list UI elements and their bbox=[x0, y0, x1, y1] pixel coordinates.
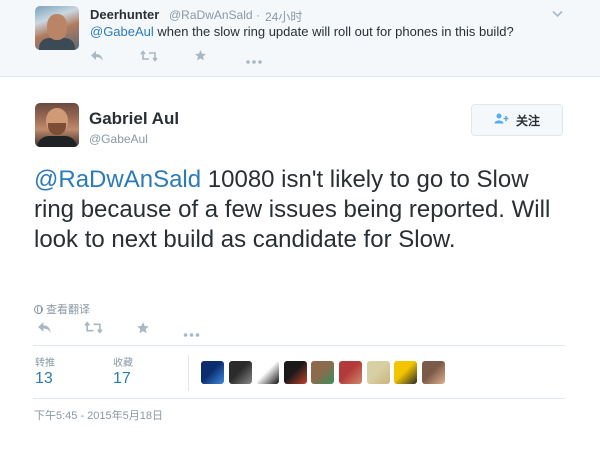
tweet-text: @RaDwAnSald 10080 isn't likely to go to … bbox=[34, 165, 564, 255]
avatar-shirt bbox=[37, 136, 77, 147]
retweets-count[interactable]: 13 bbox=[35, 370, 53, 388]
mention-link[interactable]: @RaDwAnSald bbox=[34, 166, 201, 193]
globe-icon bbox=[34, 304, 43, 314]
favorites-label[interactable]: 收藏 bbox=[113, 354, 133, 369]
avatar[interactable] bbox=[35, 103, 79, 147]
retweets-label[interactable]: 转推 bbox=[35, 354, 55, 369]
favoriter-2[interactable] bbox=[229, 361, 252, 384]
tweet-timestamp[interactable]: 下午5:45 - 2015年5月18日 bbox=[34, 407, 163, 423]
favoriter-8[interactable] bbox=[394, 361, 417, 384]
avatar-beard bbox=[48, 123, 66, 135]
author-name[interactable]: Gabriel Aul bbox=[89, 109, 179, 129]
favorite-icon[interactable] bbox=[194, 49, 207, 65]
avatar-face bbox=[47, 14, 67, 40]
parent-tweet-body: when the slow ring update will roll out … bbox=[153, 24, 514, 39]
favorite-icon[interactable] bbox=[136, 321, 150, 339]
retweet-icon[interactable] bbox=[84, 321, 103, 338]
stats-divider bbox=[188, 355, 189, 391]
reply-icon[interactable] bbox=[90, 49, 104, 65]
chevron-down-icon[interactable] bbox=[552, 6, 563, 21]
favoriter-5[interactable] bbox=[311, 361, 334, 384]
parent-author-handle[interactable]: @RaDwAnSald bbox=[169, 8, 253, 22]
more-icon[interactable] bbox=[245, 52, 263, 68]
divider bbox=[33, 398, 565, 399]
favorites-count[interactable]: 17 bbox=[113, 370, 131, 388]
favoriter-7[interactable] bbox=[367, 361, 390, 384]
translate-link[interactable]: 查看翻译 bbox=[34, 301, 90, 317]
parent-tweet-time[interactable]: 24小时 bbox=[265, 8, 302, 25]
translate-label: 查看翻译 bbox=[46, 304, 90, 316]
more-icon[interactable] bbox=[182, 325, 201, 342]
reply-icon[interactable] bbox=[37, 321, 52, 338]
mention-link[interactable]: @GabeAul bbox=[90, 24, 154, 39]
favoriter-1[interactable] bbox=[201, 361, 224, 384]
separator-dot: · bbox=[256, 8, 260, 22]
divider bbox=[33, 345, 565, 346]
follow-person-icon bbox=[494, 113, 510, 127]
favoriter-6[interactable] bbox=[339, 361, 362, 384]
favoriter-9[interactable] bbox=[422, 361, 445, 384]
favoriter-4[interactable] bbox=[284, 361, 307, 384]
author-handle[interactable]: @GabeAul bbox=[89, 132, 148, 146]
follow-button[interactable]: 关注 bbox=[471, 104, 563, 136]
follow-label: 关注 bbox=[515, 113, 540, 128]
avatar[interactable] bbox=[35, 6, 79, 50]
parent-author-name[interactable]: Deerhunter bbox=[90, 7, 159, 22]
favoriter-3[interactable] bbox=[256, 361, 279, 384]
retweet-icon[interactable] bbox=[140, 49, 158, 65]
parent-tweet-text: @GabeAul when the slow ring update will … bbox=[90, 24, 514, 39]
